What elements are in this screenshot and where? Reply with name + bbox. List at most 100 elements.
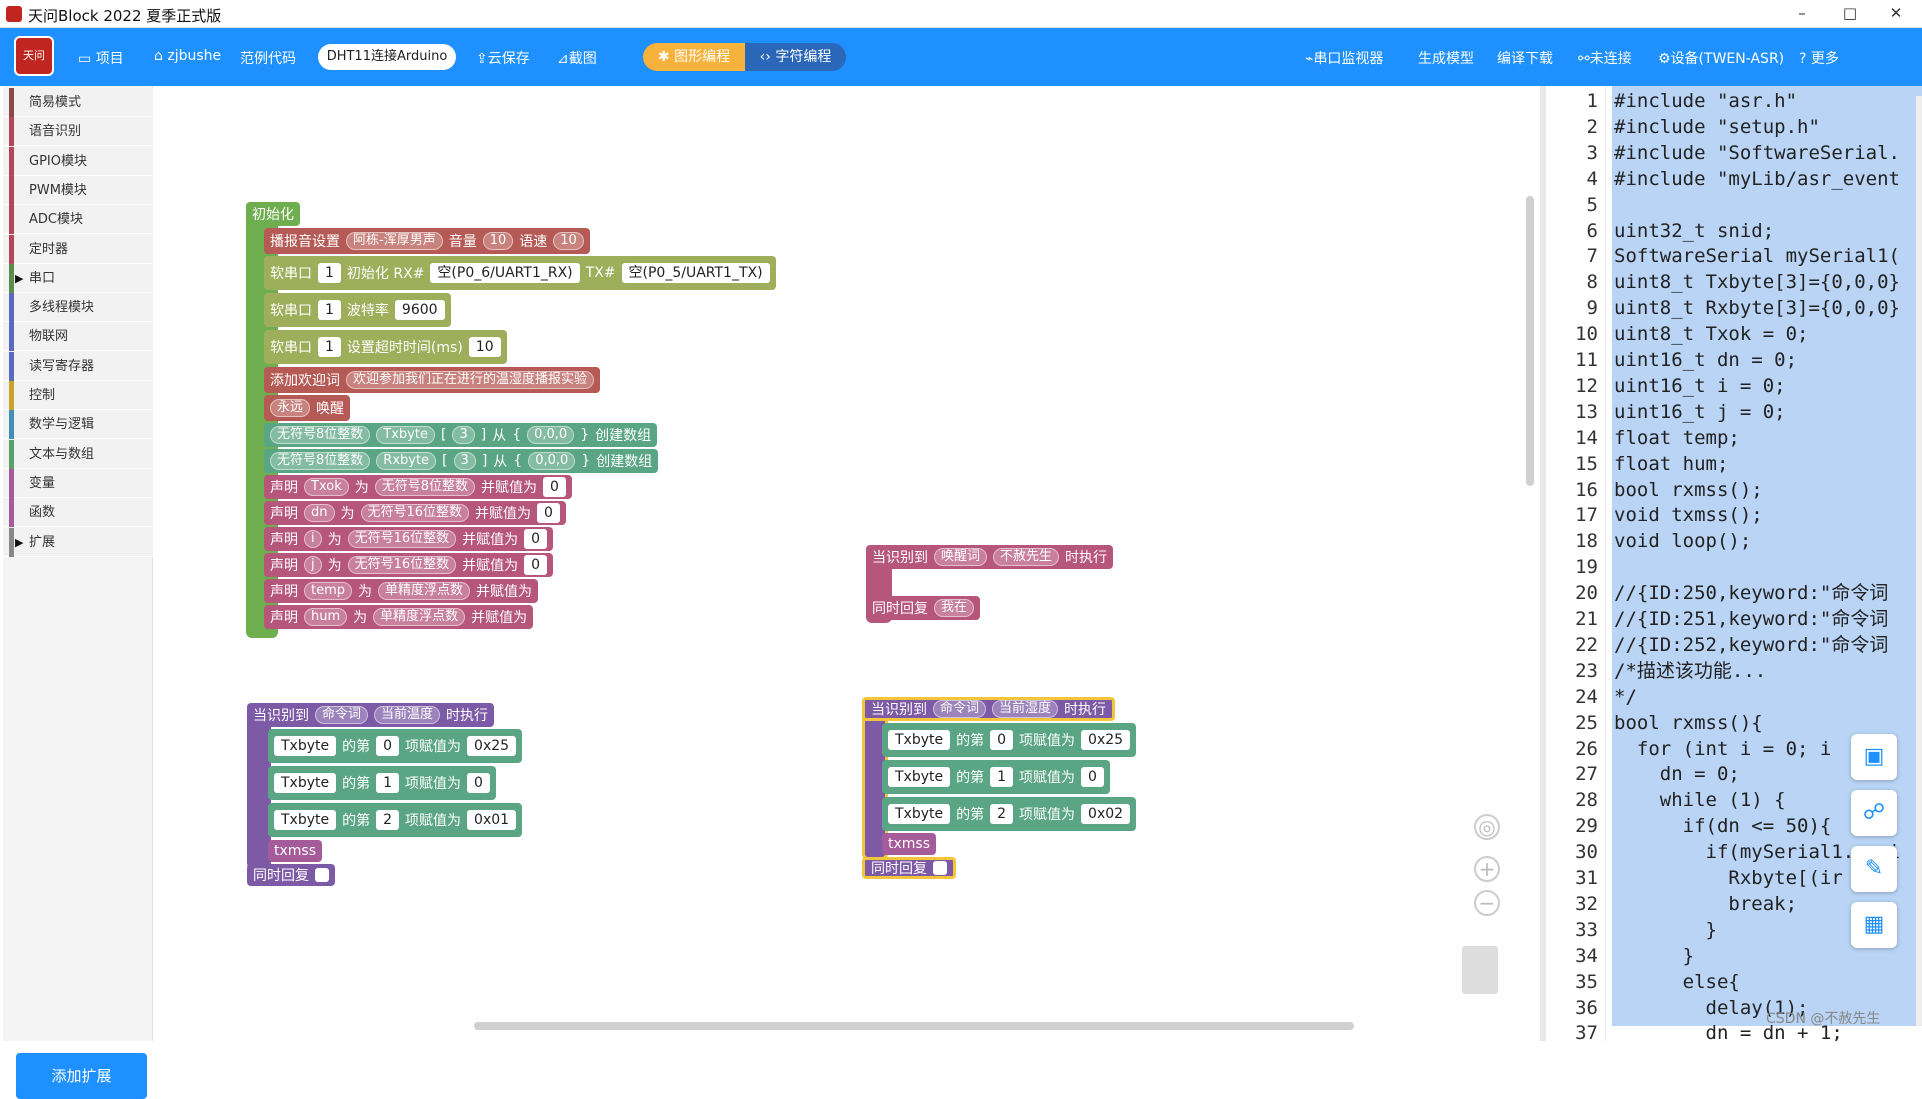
zoom-out-icon[interactable]: − bbox=[1474, 890, 1500, 916]
minimize-button[interactable]: – bbox=[1782, 4, 1822, 24]
sidebar-category[interactable]: ▶ 串口 bbox=[3, 263, 153, 293]
softserial-baud-block[interactable]: 软串口 1 波特率 9600 bbox=[264, 293, 451, 327]
block-mode-tab[interactable]: ✱ 图形编程 bbox=[643, 43, 745, 71]
code-line[interactable]: if(dn <= 50){ bbox=[1614, 813, 1832, 839]
value-input[interactable]: 0x25 bbox=[467, 736, 517, 756]
more-button[interactable]: ? 更多 bbox=[1799, 48, 1839, 68]
array-values-input[interactable]: 0,0,0 bbox=[528, 452, 576, 470]
cloud-save-button[interactable]: ⇪云保存 bbox=[476, 48, 530, 68]
sidebar-category[interactable]: 变量 bbox=[3, 468, 153, 498]
array-size-input[interactable]: 3 bbox=[453, 452, 476, 470]
maximize-button[interactable]: □ bbox=[1830, 4, 1870, 24]
code-line[interactable]: //{ID:252,keyword:"命令词 bbox=[1614, 632, 1888, 658]
port-dropdown[interactable]: 1 bbox=[318, 263, 341, 283]
workspace-hscrollbar[interactable] bbox=[474, 1022, 1354, 1030]
user-menu[interactable]: ⌂ zjbushe bbox=[154, 48, 221, 64]
value-input[interactable]: 0x01 bbox=[467, 810, 517, 830]
cmd1-set-row-1[interactable]: Txbyte 的第 1 项赋值为 0 bbox=[268, 766, 496, 800]
code-line[interactable]: float temp; bbox=[1614, 425, 1740, 451]
cmd1-set-row-0[interactable]: Txbyte 的第 0 项赋值为 0x25 bbox=[268, 729, 523, 763]
add-extension-button[interactable]: 添加扩展 bbox=[16, 1053, 147, 1099]
reply-empty-input[interactable] bbox=[315, 868, 329, 882]
declare-j-block[interactable]: 声明 j 为无符号16位整数 并赋值为 0 bbox=[264, 553, 554, 577]
type-dropdown[interactable]: 无符号16位整数 bbox=[347, 530, 457, 548]
softserial-timeout-block[interactable]: 软串口 1 设置超时时间(ms) 10 bbox=[264, 330, 507, 364]
type-dropdown[interactable]: 单精度浮点数 bbox=[373, 608, 466, 626]
code-line[interactable]: } bbox=[1614, 943, 1694, 969]
code-line[interactable]: SoftwareSerial mySerial1( bbox=[1614, 243, 1900, 269]
array-var[interactable]: Txbyte bbox=[888, 730, 951, 750]
array-txbyte-block[interactable]: 无符号8位整数 Txbyte [3] 从{ 0,0,0 } 创建数组 bbox=[264, 423, 658, 447]
code-line[interactable]: //{ID:250,keyword:"命令词 bbox=[1614, 580, 1888, 606]
wake-reply-block[interactable]: 同时回复 我在 bbox=[866, 596, 981, 620]
connect-button[interactable]: ⚯未连接 bbox=[1578, 48, 1632, 68]
sidebar-category[interactable]: 物联网 bbox=[3, 322, 153, 352]
reply-empty-input[interactable] bbox=[933, 861, 947, 875]
trash-icon[interactable] bbox=[1462, 946, 1498, 994]
value-input[interactable]: 0x02 bbox=[1081, 804, 1131, 824]
sidebar-category[interactable]: 数学与逻辑 bbox=[3, 410, 153, 440]
tx-pin-dropdown[interactable]: 空(P0_5/UART1_TX) bbox=[621, 263, 770, 283]
project-menu[interactable]: ▭ 项目 bbox=[78, 48, 124, 68]
recenter-icon[interactable]: ◎ bbox=[1474, 814, 1500, 840]
sidebar-category[interactable]: PWM模块 bbox=[3, 175, 153, 205]
value-input[interactable]: 0 bbox=[537, 503, 560, 523]
declare-hum-block[interactable]: 声明 hum 为单精度浮点数 并赋值为 bbox=[264, 605, 534, 629]
forever-wake-block[interactable]: 永远 唤醒 bbox=[264, 395, 351, 421]
code-line[interactable]: #include "asr.h" bbox=[1614, 88, 1797, 114]
cmd2-set-row-1[interactable]: Txbyte 的第 1 项赋值为 0 bbox=[882, 760, 1110, 794]
declare-temp-block[interactable]: 声明 temp 为单精度浮点数 并赋值为 bbox=[264, 579, 539, 603]
code-line[interactable]: uint32_t snid; bbox=[1614, 218, 1774, 244]
zoom-in-icon[interactable]: + bbox=[1474, 856, 1500, 882]
rx-pin-dropdown[interactable]: 空(P0_6/UART1_RX) bbox=[430, 263, 580, 283]
image-icon[interactable]: ▣ bbox=[1851, 734, 1897, 780]
command-word-input[interactable]: 当前湿度 bbox=[992, 700, 1059, 718]
wake-word-input[interactable]: 不赦先生 bbox=[993, 548, 1060, 566]
port-dropdown[interactable]: 1 bbox=[318, 300, 341, 320]
value-input[interactable]: 0 bbox=[1081, 767, 1104, 787]
array-name-input[interactable]: Txbyte bbox=[376, 426, 435, 444]
expand-arrow-icon[interactable]: ▶ bbox=[15, 264, 23, 293]
sidebar-category[interactable]: ADC模块 bbox=[3, 205, 153, 235]
qrcode-icon[interactable]: ▦ bbox=[1851, 902, 1897, 948]
code-line[interactable]: uint16_t j = 0; bbox=[1614, 399, 1786, 425]
code-line[interactable]: #include "setup.h" bbox=[1614, 114, 1820, 140]
index-input[interactable]: 0 bbox=[990, 730, 1014, 750]
cmd1-set-row-2[interactable]: Txbyte 的第 2 项赋值为 0x01 bbox=[268, 803, 523, 837]
sidebar-category[interactable]: 语音识别 bbox=[3, 117, 153, 147]
voice-setting-block[interactable]: 播报音设置 阿栋-浑厚男声 音量 10 语速 10 bbox=[264, 228, 590, 254]
cmd2-call-block[interactable]: txmss bbox=[882, 833, 936, 855]
workspace-vscrollbar[interactable] bbox=[1526, 196, 1534, 486]
value-input[interactable]: 0 bbox=[524, 555, 548, 575]
code-panel[interactable]: 1 #include "asr.h" 2 #include "setup.h" 3 #in… bbox=[1540, 86, 1922, 1041]
code-line[interactable]: uint8_t Txok = 0; bbox=[1614, 321, 1808, 347]
block-workspace[interactable]: 初始化 播报音设置 阿栋-浑厚男声 音量 10 语速 10 软串口 1 初始化 … bbox=[154, 86, 1540, 1041]
edit-icon[interactable]: ✎ bbox=[1851, 846, 1897, 892]
array-var[interactable]: Txbyte bbox=[274, 736, 337, 756]
softserial-init-block[interactable]: 软串口 1 初始化 RX# 空(P0_6/UART1_RX) TX# 空(P0_… bbox=[264, 256, 776, 290]
serial-monitor-button[interactable]: ⌁串口监视器 bbox=[1305, 48, 1383, 68]
examples-menu[interactable]: 范例代码 bbox=[240, 48, 296, 68]
code-line[interactable]: float hum; bbox=[1614, 451, 1728, 477]
welcome-word-block[interactable]: 添加欢迎词 欢迎参加我们正在进行的温湿度播报实验 bbox=[264, 367, 601, 393]
array-rxbyte-block[interactable]: 无符号8位整数 Rxbyte [3] 从{ 0,0,0 } 创建数组 bbox=[264, 449, 659, 473]
var-name-input[interactable]: hum bbox=[304, 608, 348, 626]
cmd2-set-row-0[interactable]: Txbyte 的第 0 项赋值为 0x25 bbox=[882, 723, 1137, 757]
screenshot-button[interactable]: ⊿截图 bbox=[557, 48, 597, 68]
project-name[interactable]: DHT11连接Arduino bbox=[318, 44, 456, 70]
array-var[interactable]: Txbyte bbox=[274, 810, 337, 830]
type-dropdown[interactable]: 无符号8位整数 bbox=[270, 452, 371, 470]
sidebar-category[interactable]: 简易模式 bbox=[3, 88, 153, 117]
speed-dropdown[interactable]: 10 bbox=[553, 232, 584, 250]
code-line[interactable]: break; bbox=[1614, 891, 1797, 917]
sidebar-category[interactable]: 函数 bbox=[3, 498, 153, 528]
type-dropdown[interactable]: 无符号8位整数 bbox=[374, 478, 475, 496]
generate-model-button[interactable]: 生成模型 bbox=[1418, 48, 1474, 68]
declare-dn-block[interactable]: 声明 dn 为无符号16位整数 并赋值为 0 bbox=[264, 501, 566, 525]
compile-download-button[interactable]: 编译下载 bbox=[1497, 48, 1553, 68]
text-mode-tab[interactable]: ‹› 字符编程 bbox=[745, 43, 846, 71]
forever-dropdown[interactable]: 永远 bbox=[270, 399, 311, 417]
cmd2-hat[interactable]: 当识别到 命令词 当前湿度 时执行 bbox=[862, 697, 1116, 721]
close-button[interactable]: ✕ bbox=[1876, 4, 1916, 24]
cmd1-call-block[interactable]: txmss bbox=[268, 840, 322, 862]
